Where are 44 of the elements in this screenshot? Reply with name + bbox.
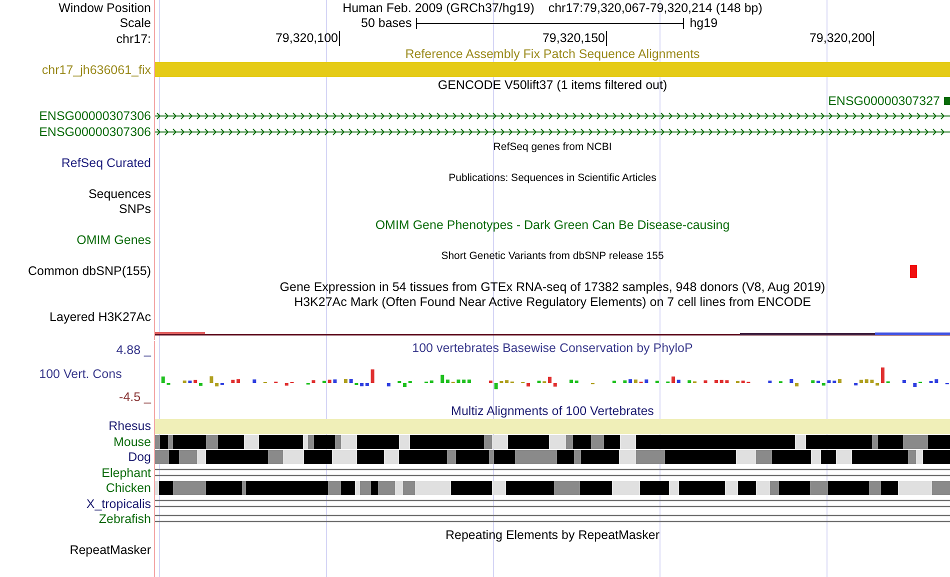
ruler-tick-label: 79,320,200 <box>809 31 874 46</box>
ruler-tick-label: 79,320,100 <box>275 31 340 46</box>
track-label: ENSG00000307306 <box>39 124 151 139</box>
axis-label: -4.5 _ <box>119 390 151 404</box>
track-label: Chicken <box>106 481 151 496</box>
track-label: Layered H3K27Ac <box>50 310 151 324</box>
track-title: Multiz Alignments of 100 Vertebrates <box>451 404 654 418</box>
track-label: Rhesus <box>108 419 151 434</box>
scale-label: hg19 <box>690 16 718 30</box>
gene-feature-mark <box>944 96 950 105</box>
track-title: GENCODE V50lift37 (1 items filtered out) <box>438 78 668 92</box>
track-title: Short Genetic Variants from dbSNP release 155 <box>441 250 664 262</box>
track-label: Scale <box>120 16 151 30</box>
track-label: 100 Vert. Cons <box>39 366 122 380</box>
track-label: Common dbSNP(155) <box>28 264 151 278</box>
track-title: Repeating Elements by RepeatMasker <box>445 528 660 542</box>
track-title: Gene Expression in 54 tissues from GTEx RNA-seq of 17382 samples, 948 donors (V8, Aug 2019) <box>280 280 826 294</box>
track-label: Dog <box>128 450 151 464</box>
track-label: chr17_jh636061_fix <box>42 62 151 77</box>
track-label: SNPs <box>119 202 151 216</box>
track-label: Window Position <box>58 0 151 15</box>
track-label: Elephant <box>102 466 151 480</box>
track-title: Reference Assembly Fix Patch Sequence Alignments <box>405 47 700 62</box>
track-label: Zebrafish <box>98 512 151 526</box>
track-title: H3K27Ac Mark (Often Found Near Active Regulatory Elements) on 7 cell lines from ENCODE <box>294 295 811 310</box>
position-title: chr17:79,320,067-79,320,214 (148 bp) <box>548 0 762 15</box>
track-label: X_tropicalis <box>86 496 151 511</box>
gene-name: ENSG00000307327 <box>828 94 940 108</box>
track-title: OMIM Gene Phenotypes - Dark Green Can Be Disease-causing <box>375 218 730 232</box>
track-label: OMIM Genes <box>76 233 151 248</box>
track-title: RefSeq genes from NCBI <box>493 141 612 154</box>
track-label: RepeatMasker <box>70 543 151 558</box>
track-label: ENSG00000307306 <box>39 109 151 124</box>
snp-mark <box>910 264 917 278</box>
track-label: Sequences <box>88 186 151 201</box>
track-title: Publications: Sequences in Scientific Articles <box>448 172 656 184</box>
assembly-title: Human Feb. 2009 (GRCh37/hg19) <box>342 0 534 15</box>
track-title: 100 vertebrates Basewise Conservation by PhyloP <box>412 341 693 355</box>
track-label: chr17: <box>116 32 151 46</box>
ruler-tick-label: 79,320,150 <box>542 31 607 46</box>
axis-label: 4.88 _ <box>116 343 151 357</box>
track-label: RefSeq Curated <box>61 156 151 170</box>
scale-label: 50 bases <box>361 16 412 30</box>
track-label: Mouse <box>113 434 151 449</box>
